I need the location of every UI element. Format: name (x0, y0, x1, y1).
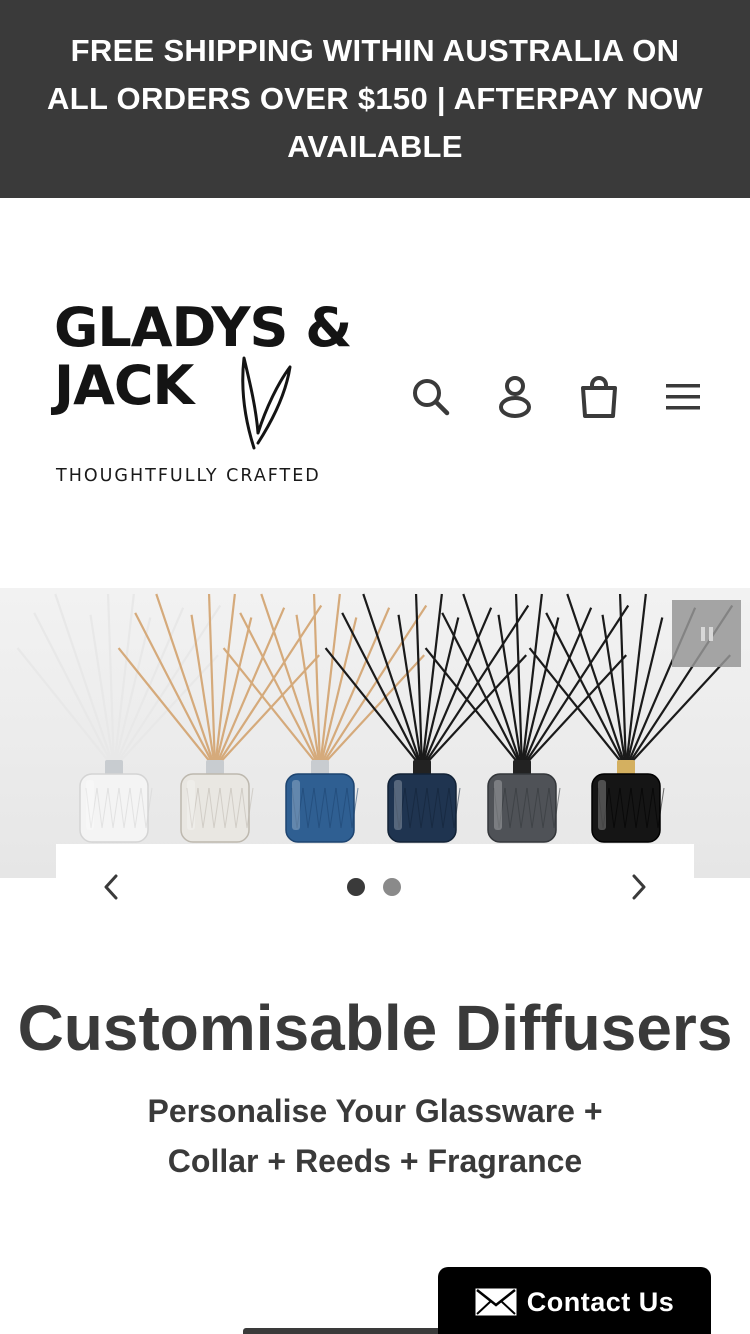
slide-dots (347, 878, 419, 896)
menu-icon[interactable] (660, 370, 706, 424)
pause-button[interactable] (672, 600, 741, 667)
next-slide-button[interactable] (624, 872, 654, 902)
site-logo[interactable]: GLADYS & JACK THOUGHTFULLY CRAFTED (54, 298, 374, 493)
slide-dot-1[interactable] (347, 878, 365, 896)
contact-us-button[interactable]: Contact Us (438, 1267, 711, 1334)
chevron-right-icon (632, 874, 646, 900)
slide-image (0, 588, 750, 878)
leaf-icon (241, 356, 292, 450)
chevron-left-icon (104, 874, 118, 900)
announcement-bar: FREE SHIPPING WITHIN AUSTRALIA ON ALL OR… (0, 0, 750, 198)
logo-line2: JACK (54, 354, 194, 417)
account-icon[interactable] (492, 370, 538, 424)
hero-subtitle: Personalise Your Glassware + Collar + Re… (147, 1093, 603, 1179)
hero-slideshow[interactable] (0, 588, 750, 878)
announcement-text: FREE SHIPPING WITHIN AUSTRALIA ON ALL OR… (47, 33, 703, 164)
site-header: GLADYS & JACK THOUGHTFULLY CRAFTED (0, 198, 750, 588)
previous-slide-button[interactable] (96, 872, 126, 902)
contact-us-label: Contact Us (526, 1286, 675, 1317)
hero-text: Customisable Diffusers Personalise Your … (0, 988, 750, 1186)
search-icon[interactable] (408, 370, 454, 424)
hero-title: Customisable Diffusers (17, 992, 733, 1064)
logo-tagline: THOUGHTFULLY CRAFTED (56, 466, 321, 486)
pause-icon (700, 626, 705, 641)
cart-icon[interactable] (576, 370, 622, 424)
mail-icon (475, 1288, 517, 1316)
slideshow-controls (56, 844, 694, 929)
slide-dot-2[interactable] (383, 878, 401, 896)
logo-line1: GLADYS & (54, 296, 352, 359)
header-icons (408, 370, 706, 424)
